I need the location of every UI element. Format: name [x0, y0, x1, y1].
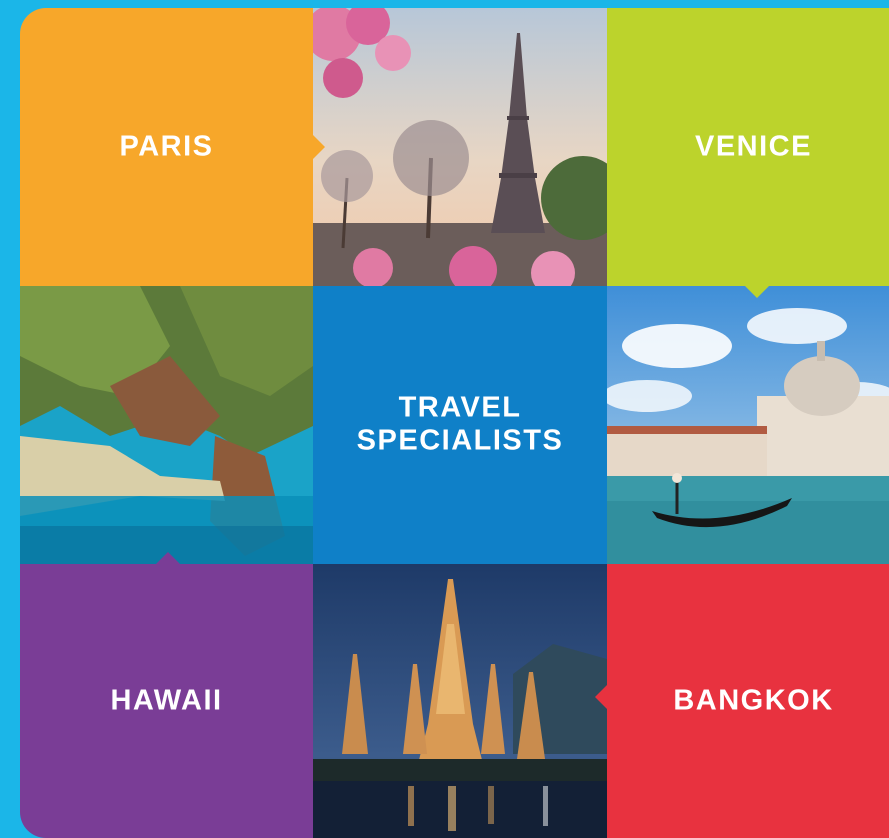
heading-line-1: TRAVEL — [398, 391, 522, 424]
tile-bangkok[interactable]: BANGKOK — [595, 564, 889, 838]
pointer-arrow — [313, 135, 325, 159]
pointer-arrow — [156, 552, 180, 564]
hawaii-coast-photo — [20, 286, 313, 564]
tile-hawaii[interactable]: HAWAII — [20, 552, 313, 838]
pointer-arrow — [745, 286, 769, 298]
tile-paris[interactable]: PARIS — [20, 8, 325, 286]
travel-specialists-heading: TRAVEL SPECIALISTS — [313, 392, 607, 459]
destination-grid: PARIS VENICE TRAVEL SPECIALISTS HAWAII B… — [20, 8, 889, 838]
venice-label: VENICE — [695, 130, 812, 163]
bangkok-label: BANGKOK — [673, 684, 834, 717]
paris-label: PARIS — [119, 130, 214, 163]
hawaii-label: HAWAII — [110, 684, 223, 717]
pointer-arrow — [595, 685, 607, 709]
venice-basilica-gondola-photo — [607, 286, 889, 564]
tile-venice[interactable]: VENICE — [607, 8, 889, 298]
tile-travel-specialists: TRAVEL SPECIALISTS — [313, 286, 607, 564]
heading-line-2: SPECIALISTS — [356, 425, 564, 457]
bangkok-temple-night-photo — [313, 564, 607, 838]
eiffel-tower-photo — [313, 8, 607, 286]
